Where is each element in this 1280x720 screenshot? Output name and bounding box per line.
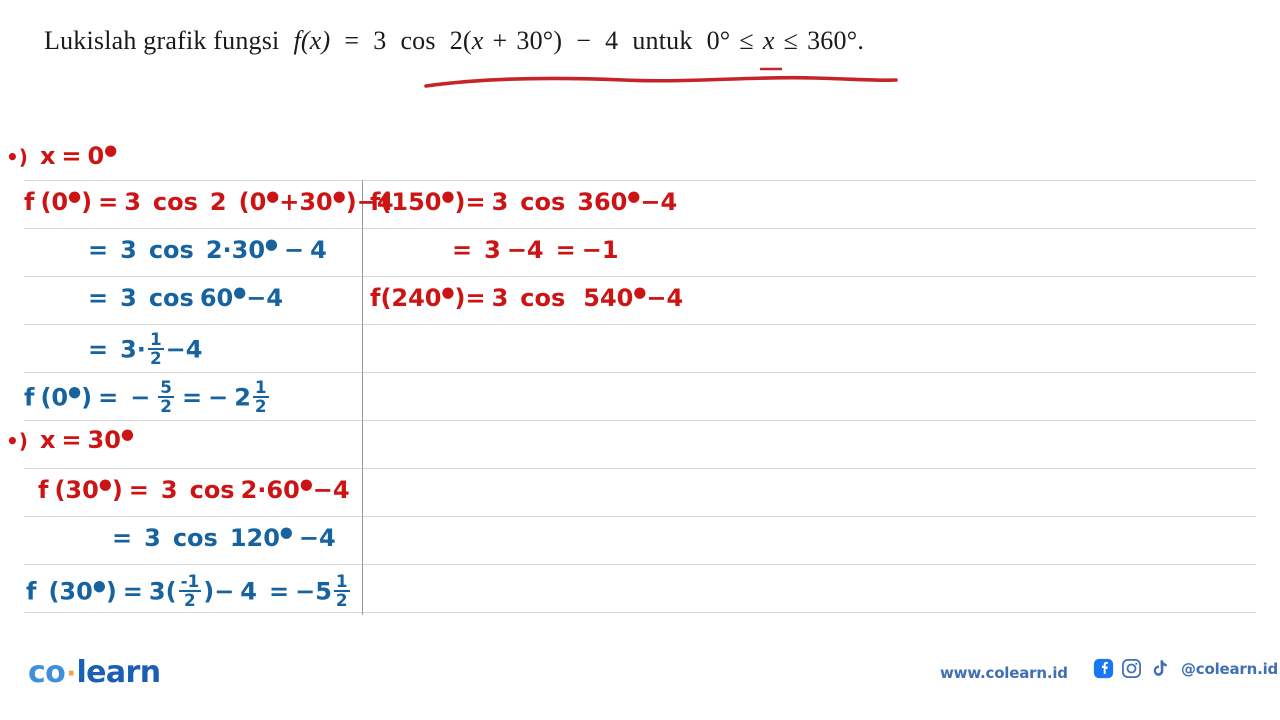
logo-co-text: co xyxy=(28,655,66,690)
tiktok-icon[interactable] xyxy=(1149,658,1170,679)
question-le-2: ≤ xyxy=(783,26,799,55)
question-arg-open: 2( xyxy=(449,26,472,55)
ruled-line xyxy=(24,420,1256,421)
formula-underline-annotation xyxy=(424,75,898,88)
result-f30: f (30●) = 3(-1 2)− 4 = −5 1 2 xyxy=(26,571,350,611)
ruled-line xyxy=(24,180,1256,181)
equation-f0-line1: f (0●) = 3 cos 2 (0●+30●)−4 xyxy=(24,187,394,216)
question-coefficient: 3 xyxy=(373,26,387,55)
ruled-line xyxy=(24,564,1256,565)
question-equals: = xyxy=(344,26,360,55)
question-phase: 30 xyxy=(516,26,543,55)
case-heading-x-30: •) x = 30● xyxy=(6,425,134,454)
case-heading-x-0: •) x = 0● xyxy=(6,141,118,170)
ruled-line xyxy=(24,468,1256,469)
question-text: Lukislah grafik fungsi f(x) = 3 cos 2(x +30°) −… xyxy=(44,26,1244,56)
ruled-line xyxy=(24,516,1256,517)
question-function: f(x) xyxy=(293,26,331,55)
question-untuk: untuk xyxy=(632,26,693,55)
question-area: Lukislah grafik fungsi f(x) = 3 cos 2(x +30°) −… xyxy=(0,0,1280,130)
logo-dot-icon: · xyxy=(66,659,76,689)
question-minus: − xyxy=(576,26,592,55)
social-handle[interactable]: @colearn.id xyxy=(1181,660,1278,678)
colearn-logo: co·learn xyxy=(28,655,161,690)
equation-f0-line2: = 3 cos 2·30● −4 xyxy=(88,235,327,264)
question-plus: + xyxy=(492,26,508,55)
question-constant: 4 xyxy=(605,26,619,55)
question-period: . xyxy=(857,26,865,55)
website-url[interactable]: www.colearn.id xyxy=(940,664,1068,682)
question-variable: x xyxy=(471,26,484,55)
question-domain-variable: x xyxy=(762,26,775,55)
result-f150: = 3 −4 = −1 xyxy=(452,236,619,264)
logo-learn-text: learn xyxy=(76,655,161,690)
question-arg-close: ) xyxy=(553,26,563,55)
question-domain-lower: 0° xyxy=(706,26,731,55)
equation-f240-line1: f(240●)= 3 cos 540●−4 xyxy=(370,283,684,312)
worksheet-area: •) x = 0● f (0●) = 3 cos 2 (0●+30●)−4 = 3 cos 2·30● −… xyxy=(0,130,1280,620)
equation-f30-line1: f (30●) = 3 cos 2·60●−4 xyxy=(38,475,350,504)
ruled-line xyxy=(24,372,1256,373)
equation-f0-line4: = 3· 1 2 −4 xyxy=(88,329,203,369)
facebook-icon[interactable] xyxy=(1093,658,1114,679)
social-links: @colearn.id xyxy=(1093,658,1278,679)
ruled-line xyxy=(24,324,1256,325)
question-cos: cos xyxy=(400,26,436,55)
equation-f0-line3: = 3 cos 60●−4 xyxy=(88,283,284,312)
ruled-line xyxy=(24,612,1256,613)
equation-f150-line1: f(150●)= 3 cos 360●−4 xyxy=(370,187,678,216)
question-phase-degree: ° xyxy=(542,26,554,55)
instagram-icon[interactable] xyxy=(1121,658,1142,679)
ruled-line xyxy=(24,276,1256,277)
result-f0: f (0●) = −5 2 = −2 1 2 xyxy=(24,377,269,417)
question-le-1: ≤ xyxy=(739,26,754,55)
equation-f30-line2: = 3 cos 120● −4 xyxy=(112,523,336,552)
ruled-line xyxy=(24,228,1256,229)
phase-underline-annotation xyxy=(760,67,782,71)
question-lead: Lukislah grafik fungsi xyxy=(44,26,280,55)
question-domain-upper: 360° xyxy=(807,26,858,55)
column-divider xyxy=(362,180,363,615)
footer: co·learn www.colearn.id @colearn.id xyxy=(0,620,1280,720)
